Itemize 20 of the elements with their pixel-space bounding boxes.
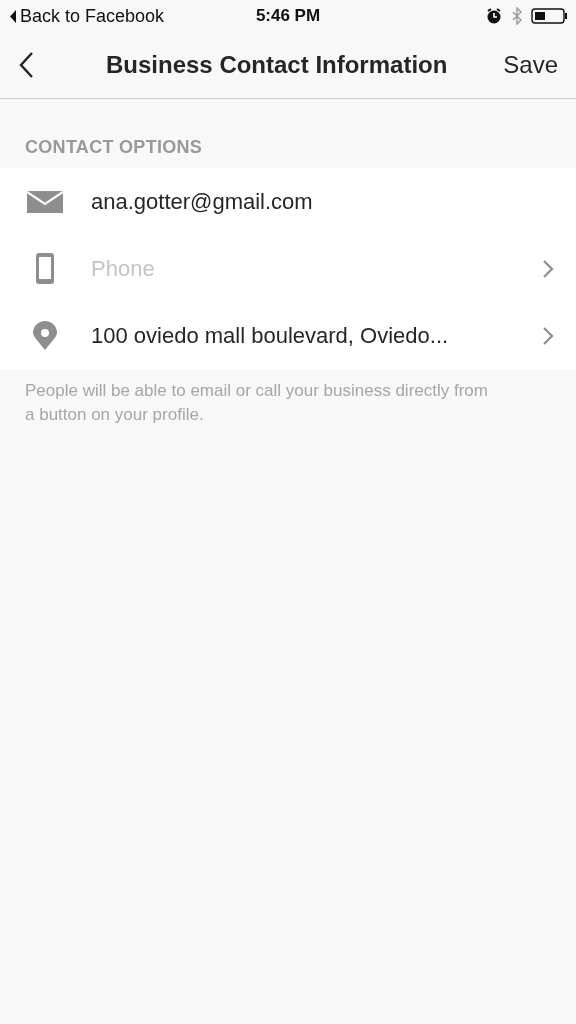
- row-value: 100 oviedo mall boulevard, Oviedo...: [91, 322, 450, 349]
- bluetooth-icon: [511, 7, 523, 25]
- location-pin-icon: [32, 320, 58, 351]
- back-link[interactable]: Back to Facebook: [9, 5, 165, 27]
- chevron-left-icon: [18, 51, 36, 79]
- contact-row[interactable]: 100 oviedo mall boulevard, Oviedo...: [0, 302, 576, 369]
- row-value: ana.gotter@gmail.com: [91, 188, 314, 215]
- contact-row[interactable]: ana.gotter@gmail.com: [0, 168, 576, 235]
- row-placeholder: Phone: [91, 255, 156, 282]
- section-header: CONTACT OPTIONS: [24, 136, 204, 159]
- back-button[interactable]: [18, 51, 36, 79]
- save-button[interactable]: Save: [503, 51, 558, 79]
- phone-icon: [35, 252, 55, 285]
- alarm-icon: [485, 7, 503, 25]
- page-title: Business Contact Information: [106, 51, 449, 79]
- battery-icon: [531, 8, 568, 24]
- back-triangle-icon: [9, 8, 17, 24]
- status-time: 5:46 PM: [254, 6, 322, 26]
- envelope-icon: [27, 190, 63, 213]
- footnote-text: People will be able to email or call your business directly from a button on your profile.: [25, 380, 489, 426]
